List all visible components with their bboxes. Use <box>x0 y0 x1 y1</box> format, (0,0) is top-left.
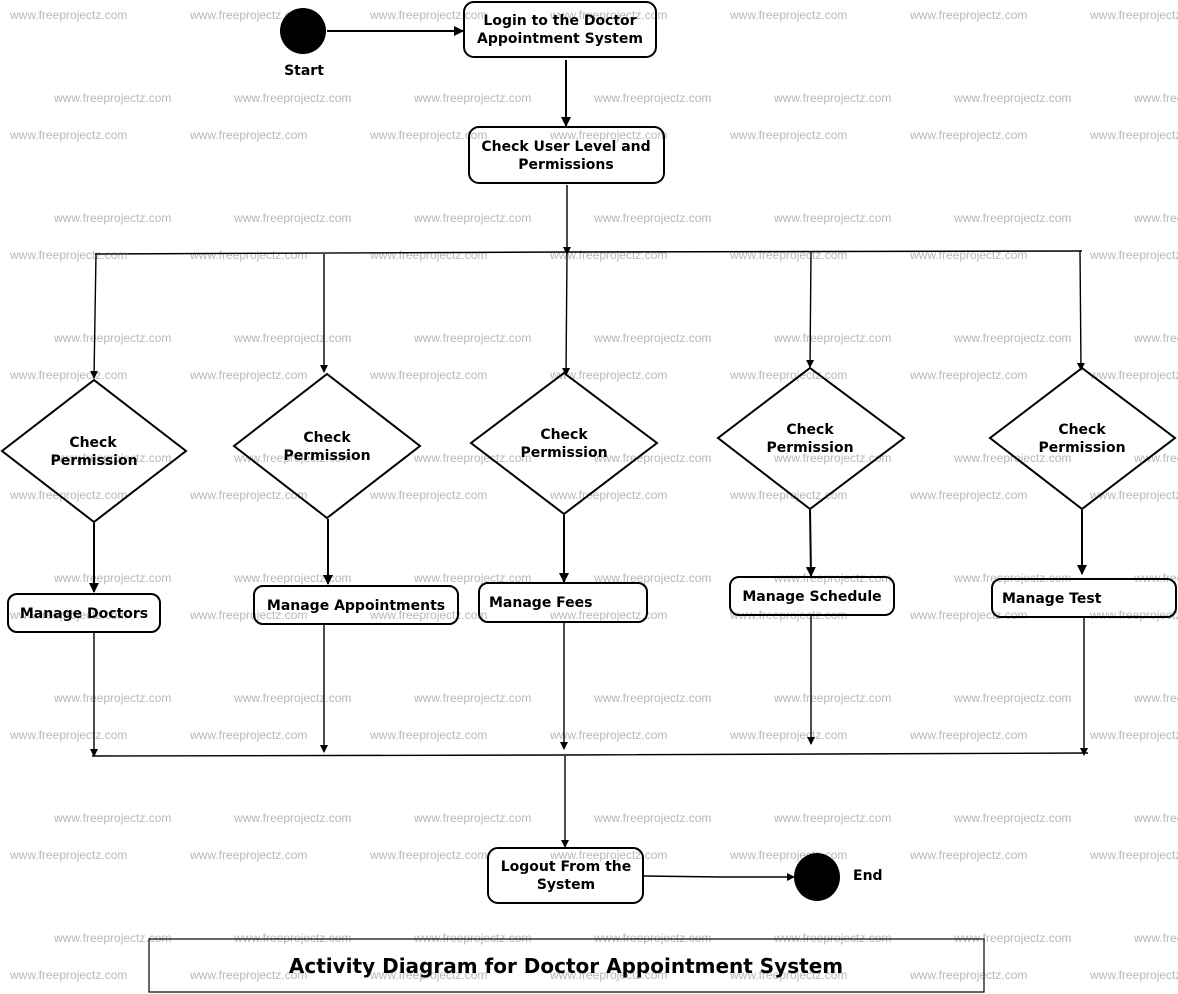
decision-text-line2: Permission <box>766 440 853 456</box>
activity-label: Manage Doctors <box>20 606 148 622</box>
check-user-level-activity: Check User Level and Permissions <box>468 126 665 184</box>
activity-manage-appointments: Manage Appointments <box>253 585 459 625</box>
activity-label: Manage Test <box>1002 591 1102 607</box>
decision-diamond <box>232 372 422 520</box>
check-level-line2: Permissions <box>518 157 613 173</box>
edge-logout-end <box>643 873 795 881</box>
activity-manage-schedule: Manage Schedule <box>729 576 895 616</box>
decision-5: Check Permission <box>988 366 1177 511</box>
decision-2: Check Permission <box>232 372 422 520</box>
logout-activity: Logout From the System <box>487 847 644 904</box>
login-text-line1: Login to the Doctor <box>483 13 636 29</box>
start-circle <box>280 8 326 54</box>
logout-text-line1: Logout From the <box>501 859 632 875</box>
decision-1: Check Permission <box>0 378 188 524</box>
logout-text-line2: System <box>537 877 595 893</box>
activity-label: Manage Appointments <box>267 598 445 614</box>
edge-fork-decision-3 <box>562 253 571 376</box>
edge-fork-decision-5 <box>1076 250 1085 371</box>
activity-diagram: Start Login to the Doctor Appointment Sy… <box>0 1 1177 993</box>
title-text: Activity Diagram for Doctor Appointment … <box>289 954 843 978</box>
start-label: Start <box>284 63 324 79</box>
decision-text-line1: Check <box>303 430 351 446</box>
decision-text-line2: Permission <box>520 445 607 461</box>
diagram-title: Activity Diagram for Doctor Appointment … <box>148 938 985 993</box>
edge-fork-decision-1 <box>90 253 99 379</box>
decision-diamond <box>469 371 659 516</box>
end-label: End <box>853 868 883 884</box>
decision-diamond <box>988 366 1177 511</box>
activity-manage-doctors: Manage Doctors <box>7 593 161 633</box>
join-bar <box>91 752 1089 757</box>
activity-label: Manage Fees <box>489 595 593 611</box>
login-text-line2: Appointment System <box>477 31 643 47</box>
start-node: Start <box>280 8 326 79</box>
check-level-box <box>468 126 665 184</box>
decision-text-line1: Check <box>1058 422 1106 438</box>
decision-diamond <box>716 366 906 511</box>
end-circle <box>794 853 840 901</box>
activity-label: Manage Schedule <box>742 589 881 605</box>
decision-text-line1: Check <box>69 435 117 451</box>
logout-box <box>487 847 644 904</box>
decision-text-line2: Permission <box>1038 440 1125 456</box>
decision-text-line1: Check <box>540 427 588 443</box>
edge-fork-decision-4 <box>806 251 815 368</box>
edge-decision-activity-4 <box>805 509 816 577</box>
fork-bar <box>94 250 1083 255</box>
decision-3: Check Permission <box>469 371 659 516</box>
decision-diamond <box>0 378 188 524</box>
check-level-line1: Check User Level and <box>481 139 650 155</box>
login-activity: Login to the Doctor Appointment System <box>463 1 657 58</box>
end-node: End <box>794 853 883 901</box>
decision-text-line1: Check <box>786 422 834 438</box>
login-box <box>463 1 657 58</box>
decision-text-line2: Permission <box>50 453 137 469</box>
activity-manage-fees: Manage Fees <box>478 582 648 623</box>
activity-manage-test: Manage Test <box>991 578 1177 618</box>
decision-text-line2: Permission <box>283 448 370 464</box>
decision-4: Check Permission <box>716 366 906 511</box>
